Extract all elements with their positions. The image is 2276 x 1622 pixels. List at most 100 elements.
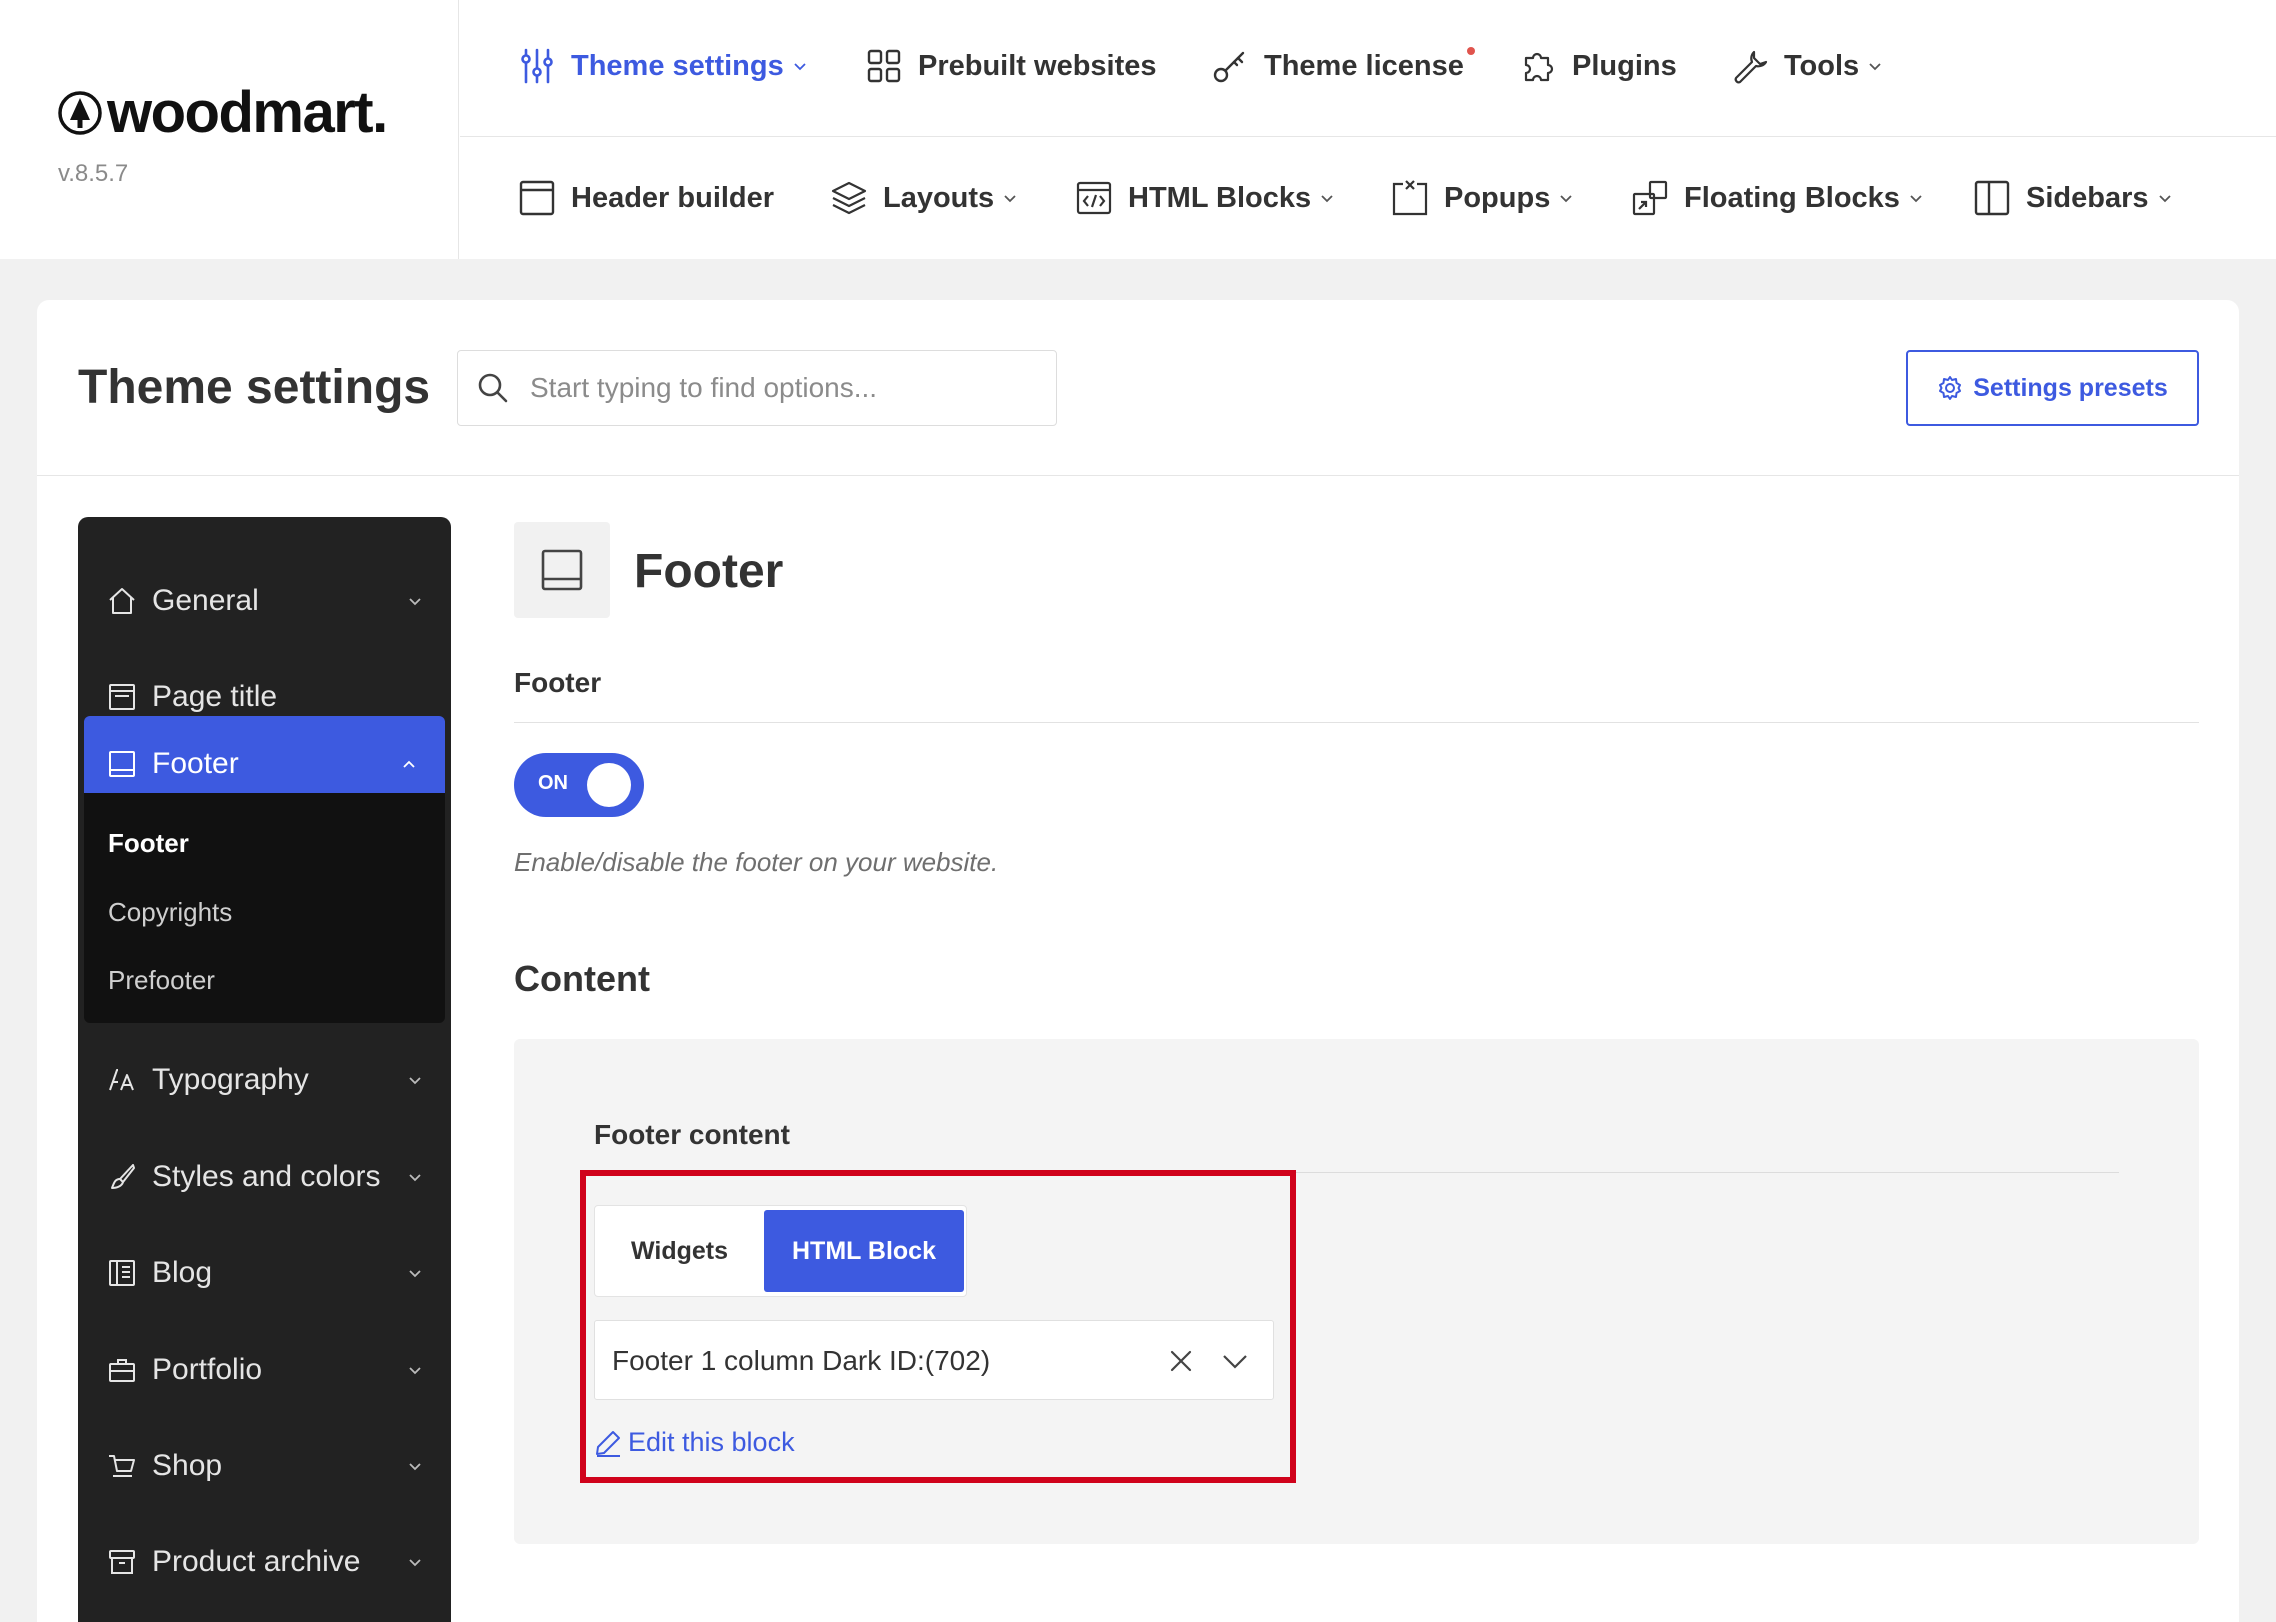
nav-layouts[interactable]: Layouts (829, 178, 1018, 218)
search-box[interactable] (457, 350, 1057, 426)
nav-label: Tools (1784, 49, 1860, 82)
grid-icon (867, 49, 901, 83)
toggle-state-label: ON (538, 772, 568, 794)
chevron-down-icon (409, 1559, 421, 1567)
sidebar-item-styles-and-colors[interactable]: Styles and colors (78, 1129, 451, 1225)
chevron-down-icon (1869, 63, 1881, 71)
header-icon (519, 180, 555, 216)
sidebar-item-label: Page title (152, 680, 278, 713)
key-icon (1213, 51, 1245, 83)
footer-option-label: Footer (514, 667, 602, 698)
sidebar-item-typography[interactable]: Typography (78, 1032, 451, 1128)
submenu-item-copyrights[interactable]: Copyrights (108, 897, 232, 928)
section-title: Footer (634, 545, 784, 598)
layers-icon (831, 181, 867, 215)
nav-floating-blocks[interactable]: Floating Blocks (1630, 178, 1924, 218)
divider (514, 722, 2199, 723)
settings-presets-button[interactable]: Settings presets (1906, 350, 2199, 426)
page-title: Theme settings (78, 361, 431, 414)
chevron-down-icon (1560, 195, 1572, 203)
sidebar-item-label: Styles and colors (152, 1160, 381, 1193)
settings-header: Theme settings Settings presets (37, 300, 2239, 476)
search-icon (478, 373, 508, 403)
settings-presets-label: Settings presets (1973, 373, 2168, 402)
chevron-down-icon (1910, 195, 1922, 203)
archive-icon (109, 1550, 135, 1574)
top-header: woodmart. v.8.5.7 Theme settings Prebuil… (0, 0, 2276, 259)
nav-label: Prebuilt websites (918, 49, 1157, 82)
content-heading: Content (514, 958, 650, 999)
nav-label: Layouts (883, 181, 995, 214)
chevron-down-icon (794, 63, 806, 71)
sidebar-item-label: Shop (152, 1449, 223, 1482)
brand-panel: woodmart. v.8.5.7 (0, 0, 459, 259)
nav-popups[interactable]: Popups (1390, 178, 1574, 218)
nav-tools[interactable]: Tools (1730, 46, 1883, 86)
gear-icon (1939, 376, 1962, 400)
nav-header-builder[interactable]: Header builder (517, 178, 774, 218)
brush-icon (111, 1164, 135, 1189)
sliders-icon (521, 48, 553, 84)
cart-icon (109, 1455, 135, 1477)
content-panel: Footer content Widgets HTML Block Footer… (514, 1039, 2199, 1544)
nav-label: Theme license (1264, 49, 1464, 82)
nav-theme-settings[interactable]: Theme settings (517, 46, 808, 86)
sidebar-item-label: General (152, 584, 259, 617)
footer-submenu: Footer Copyrights Prefooter (84, 793, 445, 1023)
page-title-icon (109, 684, 135, 710)
highlight-box (580, 1170, 1296, 1483)
sidebar-item-label: Footer (152, 747, 239, 780)
sidebar-item-portfolio[interactable]: Portfolio (78, 1322, 451, 1418)
wrench-icon (1734, 50, 1768, 84)
puzzle-icon (1524, 52, 1554, 82)
nav-label: Plugins (1572, 49, 1677, 82)
notification-dot (1467, 47, 1475, 55)
sidebar-item-shop[interactable]: Shop (78, 1418, 451, 1514)
nav-label: Floating Blocks (1684, 181, 1900, 214)
section-icon (514, 522, 610, 618)
sidebar-item-blog[interactable]: Blog (78, 1225, 451, 1321)
floating-icon (1632, 180, 1668, 216)
nav-label: Sidebars (2026, 181, 2149, 214)
submenu-item-footer[interactable]: Footer (108, 828, 189, 859)
chevron-down-icon (409, 1367, 421, 1375)
settings-card: Theme settings Settings presets General (37, 300, 2239, 1622)
nav-label: Theme settings (571, 49, 784, 82)
chevron-down-icon (409, 1174, 421, 1182)
woodmart-logo[interactable]: woodmart. (57, 80, 388, 145)
nav-prebuilt-websites[interactable]: Prebuilt websites (864, 46, 1157, 86)
nav-plugins[interactable]: Plugins (1518, 46, 1677, 86)
nav-sidebars[interactable]: Sidebars (1972, 178, 2173, 218)
chevron-down-icon (409, 1270, 421, 1278)
sidebar-item-label: Blog (152, 1256, 213, 1289)
blog-icon (109, 1260, 135, 1286)
chevron-down-icon (1321, 195, 1333, 203)
chevron-down-icon (409, 1463, 421, 1471)
code-block-icon (1076, 181, 1112, 215)
nav-label: Popups (1444, 181, 1551, 214)
nav-html-blocks[interactable]: HTML Blocks (1074, 178, 1335, 218)
search-input[interactable] (530, 372, 1050, 404)
footer-content-label: Footer content (594, 1119, 790, 1150)
chevron-up-icon (403, 760, 415, 768)
main-nav: Theme settings Prebuilt websites Theme l… (460, 0, 2276, 137)
footer-toggle[interactable]: ON (514, 753, 644, 817)
chevron-down-icon (1004, 195, 1016, 203)
sidebar-item-label: Typography (152, 1063, 309, 1096)
sidebar-item-label: Portfolio (152, 1353, 263, 1386)
footer-option-description: Enable/disable the footer on your websit… (514, 847, 999, 877)
typography-icon (109, 1069, 134, 1091)
chevron-down-icon (409, 598, 421, 606)
brand-name: woodmart. (107, 80, 388, 145)
sidebar-item-general[interactable]: General (78, 553, 451, 649)
nav-label: HTML Blocks (1128, 181, 1312, 214)
sidebar-icon (1974, 180, 2010, 216)
sidebar-item-label: Product archive (152, 1545, 361, 1578)
footer-icon (109, 751, 135, 777)
sidebar-item-product-archive[interactable]: Product archive (78, 1514, 451, 1610)
nav-theme-license[interactable]: Theme license (1210, 46, 1464, 86)
submenu-item-prefooter[interactable]: Prefooter (108, 965, 215, 996)
secondary-nav: Header builder Layouts HTML Blocks Popup… (460, 138, 2276, 259)
chevron-down-icon (409, 1077, 421, 1085)
briefcase-icon (109, 1359, 135, 1382)
